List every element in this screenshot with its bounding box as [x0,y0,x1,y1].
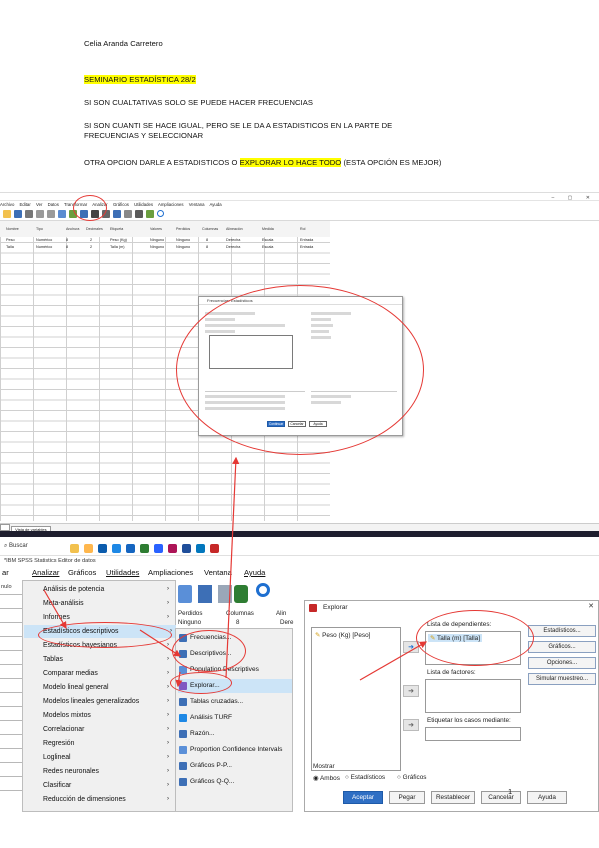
arrow-to-dialog [225,456,240,679]
arrow-menu-analizar [43,589,67,630]
arrow-to-dependents [359,641,428,681]
annotation-arrows [43,456,428,688]
arrow-to-explorar [175,671,183,688]
page-number: 1 [508,787,513,796]
arrow-to-submenu [139,629,182,657]
